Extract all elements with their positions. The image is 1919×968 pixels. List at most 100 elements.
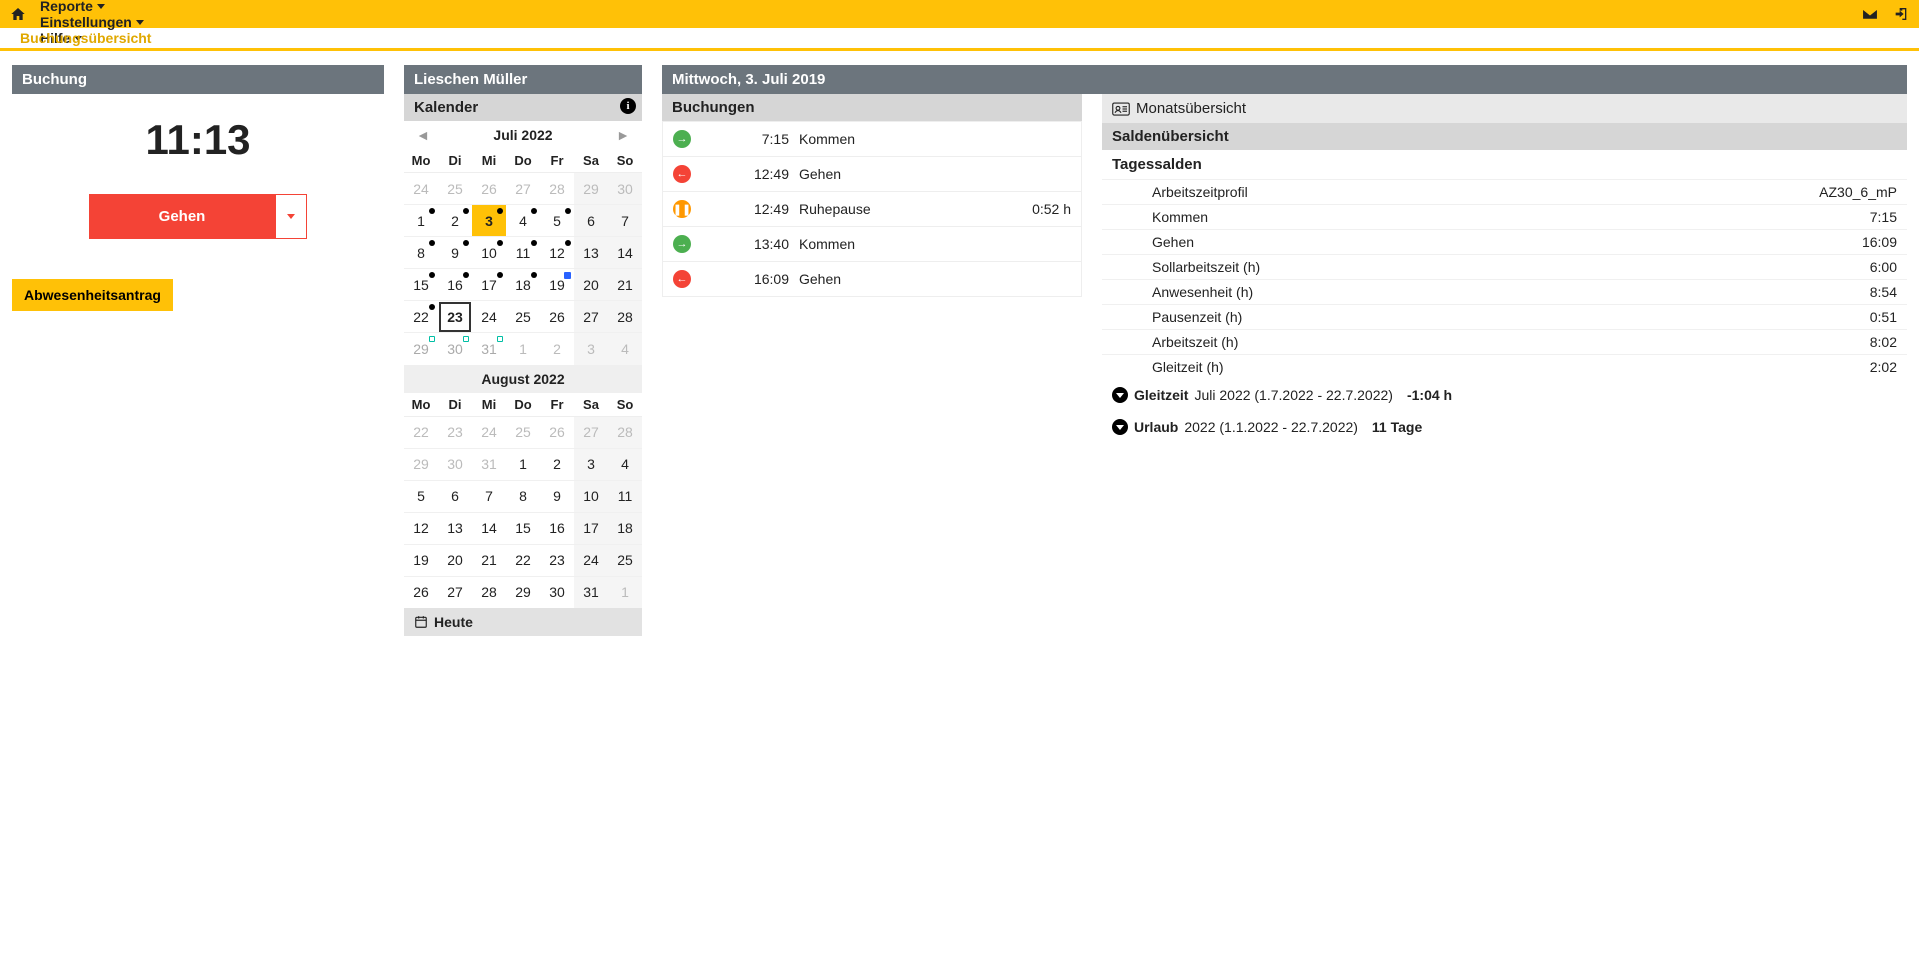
calendar-day[interactable]: 24 bbox=[404, 173, 438, 205]
calendar-day[interactable]: 8 bbox=[404, 237, 438, 269]
calendar-day[interactable]: 6 bbox=[574, 205, 608, 237]
calendar-day[interactable]: 24 bbox=[472, 301, 506, 333]
calendar-day[interactable]: 30 bbox=[608, 173, 642, 205]
calendar-day[interactable]: 16 bbox=[438, 269, 472, 301]
calendar-day[interactable]: 27 bbox=[506, 173, 540, 205]
calendar-day[interactable]: 7 bbox=[608, 205, 642, 237]
calendar-day[interactable]: 29 bbox=[404, 333, 438, 365]
booking-row[interactable]: ←12:49Gehen bbox=[663, 156, 1081, 191]
calendar-day[interactable]: 31 bbox=[574, 576, 608, 608]
booking-row[interactable]: →13:40Kommen bbox=[663, 226, 1081, 261]
summary-row[interactable]: Gleitzeit Juli 2022 (1.7.2022 - 22.7.202… bbox=[1102, 379, 1907, 411]
booking-row[interactable]: →7:15Kommen bbox=[663, 121, 1081, 156]
calendar-day[interactable]: 14 bbox=[472, 512, 506, 544]
logout-icon[interactable] bbox=[1893, 6, 1909, 22]
mail-icon[interactable] bbox=[1861, 7, 1879, 21]
calendar-day[interactable]: 28 bbox=[472, 576, 506, 608]
tab-month-overview[interactable]: Monatsübersicht bbox=[1102, 94, 1907, 123]
calendar-day[interactable]: 26 bbox=[540, 301, 574, 333]
calendar-day[interactable]: 30 bbox=[540, 576, 574, 608]
calendar-day[interactable]: 25 bbox=[438, 173, 472, 205]
calendar-day[interactable]: 29 bbox=[574, 173, 608, 205]
calendar-day[interactable]: 21 bbox=[472, 544, 506, 576]
calendar-day[interactable]: 25 bbox=[506, 301, 540, 333]
calendar-day[interactable]: 4 bbox=[608, 333, 642, 365]
prev-month[interactable]: ◄ bbox=[410, 127, 436, 143]
info-icon[interactable]: i bbox=[620, 98, 636, 114]
calendar-day[interactable]: 31 bbox=[472, 448, 506, 480]
calendar-day[interactable]: 28 bbox=[608, 416, 642, 448]
calendar-day[interactable]: 24 bbox=[574, 544, 608, 576]
calendar-day[interactable]: 29 bbox=[506, 576, 540, 608]
calendar-day[interactable]: 2 bbox=[438, 205, 472, 237]
calendar-day[interactable]: 1 bbox=[404, 205, 438, 237]
calendar-day[interactable]: 4 bbox=[608, 448, 642, 480]
calendar-day[interactable]: 1 bbox=[608, 576, 642, 608]
calendar-day[interactable]: 30 bbox=[438, 333, 472, 365]
calendar-day[interactable]: 24 bbox=[472, 416, 506, 448]
calendar-day[interactable]: 7 bbox=[472, 480, 506, 512]
nav-item[interactable]: Einstellungen bbox=[40, 14, 144, 30]
calendar-day[interactable]: 3 bbox=[574, 448, 608, 480]
gehen-dropdown[interactable] bbox=[275, 194, 307, 239]
calendar-day[interactable]: 1 bbox=[506, 448, 540, 480]
calendar-day[interactable]: 21 bbox=[608, 269, 642, 301]
calendar-day[interactable]: 17 bbox=[574, 512, 608, 544]
calendar-day[interactable]: 8 bbox=[506, 480, 540, 512]
calendar-day[interactable]: 3 bbox=[574, 333, 608, 365]
nav-item[interactable]: Reporte bbox=[40, 0, 144, 14]
calendar-day[interactable]: 29 bbox=[404, 448, 438, 480]
calendar-day[interactable]: 17 bbox=[472, 269, 506, 301]
calendar-day[interactable]: 11 bbox=[608, 480, 642, 512]
calendar-day[interactable]: 19 bbox=[404, 544, 438, 576]
calendar-day[interactable]: 9 bbox=[438, 237, 472, 269]
calendar-day[interactable]: 26 bbox=[472, 173, 506, 205]
calendar-day[interactable]: 15 bbox=[506, 512, 540, 544]
calendar-day[interactable]: 20 bbox=[574, 269, 608, 301]
calendar-day[interactable]: 23 bbox=[438, 301, 472, 333]
calendar-day[interactable]: 25 bbox=[608, 544, 642, 576]
calendar-day[interactable]: 9 bbox=[540, 480, 574, 512]
calendar-day[interactable]: 12 bbox=[404, 512, 438, 544]
calendar-day[interactable]: 22 bbox=[506, 544, 540, 576]
calendar-day[interactable]: 28 bbox=[540, 173, 574, 205]
calendar-day[interactable]: 22 bbox=[404, 416, 438, 448]
calendar-day[interactable]: 4 bbox=[506, 205, 540, 237]
booking-row[interactable]: ←16:09Gehen bbox=[663, 261, 1081, 296]
calendar-day[interactable]: 2 bbox=[540, 333, 574, 365]
calendar-day[interactable]: 27 bbox=[574, 416, 608, 448]
calendar-day[interactable]: 10 bbox=[472, 237, 506, 269]
booking-row[interactable]: ❚❚12:49Ruhepause0:52 h bbox=[663, 191, 1081, 226]
calendar-day[interactable]: 12 bbox=[540, 237, 574, 269]
calendar-day[interactable]: 15 bbox=[404, 269, 438, 301]
calendar-day[interactable]: 28 bbox=[608, 301, 642, 333]
calendar-day[interactable]: 30 bbox=[438, 448, 472, 480]
calendar-day[interactable]: 10 bbox=[574, 480, 608, 512]
calendar-day[interactable]: 11 bbox=[506, 237, 540, 269]
calendar-day[interactable]: 18 bbox=[506, 269, 540, 301]
calendar-day[interactable]: 27 bbox=[438, 576, 472, 608]
calendar-day[interactable]: 6 bbox=[438, 480, 472, 512]
calendar-day[interactable]: 23 bbox=[540, 544, 574, 576]
home-icon[interactable] bbox=[10, 6, 26, 22]
calendar-day[interactable]: 13 bbox=[574, 237, 608, 269]
calendar-day[interactable]: 19 bbox=[540, 269, 574, 301]
summary-row[interactable]: Urlaub 2022 (1.1.2022 - 22.7.2022)11 Tag… bbox=[1102, 411, 1907, 443]
calendar-day[interactable]: 1 bbox=[506, 333, 540, 365]
today-button[interactable]: Heute bbox=[404, 608, 642, 636]
calendar-day[interactable]: 16 bbox=[540, 512, 574, 544]
calendar-day[interactable]: 23 bbox=[438, 416, 472, 448]
calendar-day[interactable]: 26 bbox=[404, 576, 438, 608]
calendar-day[interactable]: 26 bbox=[540, 416, 574, 448]
calendar-day[interactable]: 3 bbox=[472, 205, 506, 237]
calendar-day[interactable]: 31 bbox=[472, 333, 506, 365]
calendar-day[interactable]: 25 bbox=[506, 416, 540, 448]
calendar-day[interactable]: 18 bbox=[608, 512, 642, 544]
calendar-day[interactable]: 22 bbox=[404, 301, 438, 333]
calendar-day[interactable]: 20 bbox=[438, 544, 472, 576]
calendar-day[interactable]: 13 bbox=[438, 512, 472, 544]
calendar-day[interactable]: 5 bbox=[540, 205, 574, 237]
calendar-day[interactable]: 5 bbox=[404, 480, 438, 512]
next-month[interactable]: ► bbox=[610, 127, 636, 143]
absence-request-button[interactable]: Abwesenheitsantrag bbox=[12, 279, 173, 311]
